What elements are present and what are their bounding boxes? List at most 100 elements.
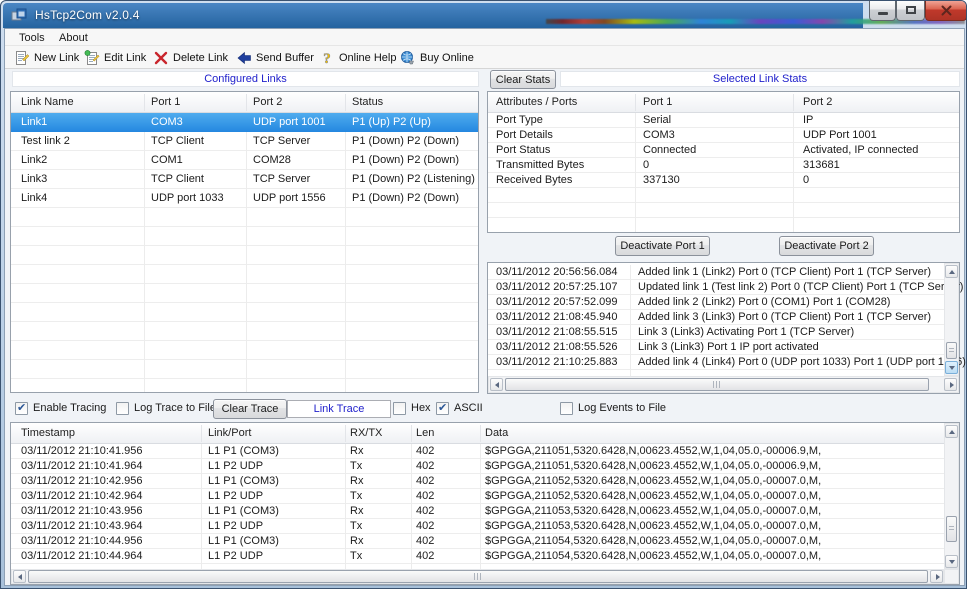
column-header[interactable]: Status <box>352 96 383 108</box>
trace-row[interactable]: 03/11/2012 21:10:43.956 L1 P1 (COM3) Rx … <box>11 504 944 519</box>
deactivate-port1-button[interactable]: Deactivate Port 1 <box>615 236 710 256</box>
trace-timestamp: 03/11/2012 21:10:43.956 <box>21 505 143 517</box>
trace-linkport: L1 P1 (COM3) <box>208 445 279 457</box>
scroll-up-button[interactable] <box>945 265 958 278</box>
event-row[interactable]: 03/11/2012 21:08:55.526 Link 3 (Link3) P… <box>488 340 943 355</box>
column-separator <box>635 94 636 111</box>
clear-stats-button[interactable]: Clear Stats <box>490 70 556 89</box>
event-message: Updated link 1 (Test link 2) Port 0 (TCP… <box>638 281 963 293</box>
link-row[interactable]: Link3 TCP Client TCP Server P1 (Down) P2… <box>11 170 478 189</box>
link-row[interactable]: Test link 2 TCP Client TCP Server P1 (Do… <box>11 132 478 151</box>
link-stats-table: Attributes / Ports Port 1 Port 2 Port Ty… <box>487 91 960 233</box>
column-header[interactable]: Attributes / Ports <box>496 96 577 108</box>
event-row[interactable]: 03/11/2012 20:57:25.107 Updated link 1 (… <box>488 280 943 295</box>
trace-row[interactable]: 03/11/2012 21:10:44.956 L1 P1 (COM3) Rx … <box>11 534 944 549</box>
column-header[interactable]: Len <box>416 427 434 439</box>
stats-row[interactable]: Port Type Serial IP <box>488 113 959 128</box>
online-help-button[interactable]: ? Online Help <box>316 48 399 67</box>
stats-row[interactable]: Received Bytes 337130 0 <box>488 173 959 188</box>
hex-checkbox[interactable] <box>393 402 406 415</box>
new-link-button[interactable]: New Link <box>11 48 82 67</box>
event-row[interactable]: 03/11/2012 21:10:25.883 Added link 4 (Li… <box>488 355 943 370</box>
send-buffer-button[interactable]: Send Buffer <box>233 48 317 67</box>
delete-link-button[interactable]: Delete Link <box>150 48 231 67</box>
trace-data: $GPGGA,211053,5320.6428,N,00623.4552,W,1… <box>485 505 821 517</box>
arrow-down-icon <box>949 560 955 564</box>
log-trace-checkbox[interactable] <box>116 402 129 415</box>
scroll-down-button[interactable] <box>945 361 958 374</box>
trace-timestamp: 03/11/2012 21:10:44.956 <box>21 535 143 547</box>
scroll-down-button[interactable] <box>945 555 958 568</box>
event-row[interactable]: 03/11/2012 20:57:52.099 Added link 2 (Li… <box>488 295 943 310</box>
column-header[interactable]: Port 2 <box>253 96 282 108</box>
deactivate-port2-button[interactable]: Deactivate Port 2 <box>779 236 874 256</box>
column-header[interactable]: Link Name <box>21 96 74 108</box>
titlebar[interactable]: HsTcp2Com v2.0.4 <box>3 3 863 28</box>
vscroll-thumb[interactable] <box>946 342 957 359</box>
scroll-left-button[interactable] <box>490 378 503 391</box>
log-events-checkbox[interactable] <box>560 402 573 415</box>
stats-row[interactable]: Transmitted Bytes 0 313681 <box>488 158 959 173</box>
stat-port1: COM3 <box>643 129 675 141</box>
trace-hscrollbar[interactable] <box>11 569 944 584</box>
ascii-checkbox[interactable] <box>436 402 449 415</box>
trace-len: 402 <box>416 475 434 487</box>
trace-row[interactable]: 03/11/2012 21:10:41.956 L1 P1 (COM3) Rx … <box>11 444 944 459</box>
clear-trace-button[interactable]: Clear Trace <box>213 399 287 419</box>
configured-links-column-headers: Link Name Port 1 Port 2 Status <box>11 92 478 113</box>
event-row[interactable]: 03/11/2012 21:08:45.940 Added link 3 (Li… <box>488 310 943 325</box>
event-row[interactable]: 03/11/2012 21:08:55.515 Link 3 (Link3) A… <box>488 325 943 340</box>
stat-attribute: Port Type <box>496 114 543 126</box>
link-status: P1 (Down) P2 (Down) <box>352 154 459 166</box>
hscroll-thumb[interactable] <box>505 378 929 391</box>
column-header[interactable]: Timestamp <box>21 427 75 439</box>
trace-linkport: L1 P1 (COM3) <box>208 475 279 487</box>
trace-vscrollbar[interactable] <box>944 423 959 569</box>
edit-link-icon <box>84 50 100 66</box>
menu-tools[interactable]: Tools <box>15 31 49 45</box>
close-button[interactable] <box>925 1 967 21</box>
trace-row[interactable]: 03/11/2012 21:10:43.964 L1 P2 UDP Tx 402… <box>11 519 944 534</box>
trace-data: $GPGGA,211052,5320.6428,N,00623.4552,W,1… <box>485 475 821 487</box>
vscroll-thumb[interactable] <box>946 516 957 542</box>
app-icon <box>11 7 28 24</box>
enable-tracing-label: Enable Tracing <box>33 402 106 415</box>
event-log-hscrollbar[interactable] <box>488 376 959 393</box>
edit-link-button[interactable]: Edit Link <box>81 48 149 67</box>
stats-row[interactable]: Port Status Connected Activated, IP conn… <box>488 143 959 158</box>
column-header[interactable]: Link/Port <box>208 427 251 439</box>
column-header[interactable]: Data <box>485 427 508 439</box>
trace-len: 402 <box>416 460 434 472</box>
scroll-right-button[interactable] <box>930 570 943 583</box>
column-header[interactable]: Port 2 <box>803 96 832 108</box>
event-time: 03/11/2012 21:08:45.940 <box>496 311 618 323</box>
column-header[interactable]: Port 1 <box>151 96 180 108</box>
trace-data: $GPGGA,211054,5320.6428,N,00623.4552,W,1… <box>485 535 821 547</box>
scroll-left-button[interactable] <box>13 570 26 583</box>
column-header[interactable]: RX/TX <box>350 427 382 439</box>
link-row[interactable]: Link4 UDP port 1033 UDP port 1556 P1 (Do… <box>11 189 478 208</box>
trace-rxtx: Tx <box>350 490 362 502</box>
maximize-button[interactable] <box>896 1 925 21</box>
scroll-up-button[interactable] <box>945 425 958 438</box>
event-row[interactable]: 03/11/2012 20:56:56.084 Added link 1 (Li… <box>488 265 943 280</box>
link-row[interactable]: Link2 COM1 COM28 P1 (Down) P2 (Down) <box>11 151 478 170</box>
scroll-right-button[interactable] <box>944 378 957 391</box>
enable-tracing-checkbox[interactable] <box>15 402 28 415</box>
trace-linkport: L1 P2 UDP <box>208 550 263 562</box>
trace-data: $GPGGA,211051,5320.6428,N,00623.4552,W,1… <box>485 445 821 457</box>
trace-row[interactable]: 03/11/2012 21:10:42.964 L1 P2 UDP Tx 402… <box>11 489 944 504</box>
stats-column-headers: Attributes / Ports Port 1 Port 2 <box>488 92 959 113</box>
event-log-vscrollbar[interactable] <box>944 263 959 376</box>
link-row[interactable]: Link1 COM3 UDP port 1001 P1 (Up) P2 (Up) <box>11 113 478 132</box>
column-header[interactable]: Port 1 <box>643 96 672 108</box>
stats-row[interactable]: Port Details COM3 UDP Port 1001 <box>488 128 959 143</box>
menu-about[interactable]: About <box>55 31 92 45</box>
buy-online-button[interactable]: Buy Online <box>397 48 477 67</box>
trace-linkport: L1 P1 (COM3) <box>208 505 279 517</box>
minimize-button[interactable] <box>869 1 896 21</box>
trace-row[interactable]: 03/11/2012 21:10:41.964 L1 P2 UDP Tx 402… <box>11 459 944 474</box>
hscroll-thumb[interactable] <box>28 570 928 583</box>
trace-row[interactable]: 03/11/2012 21:10:42.956 L1 P1 (COM3) Rx … <box>11 474 944 489</box>
trace-row[interactable]: 03/11/2012 21:10:44.964 L1 P2 UDP Tx 402… <box>11 549 944 564</box>
